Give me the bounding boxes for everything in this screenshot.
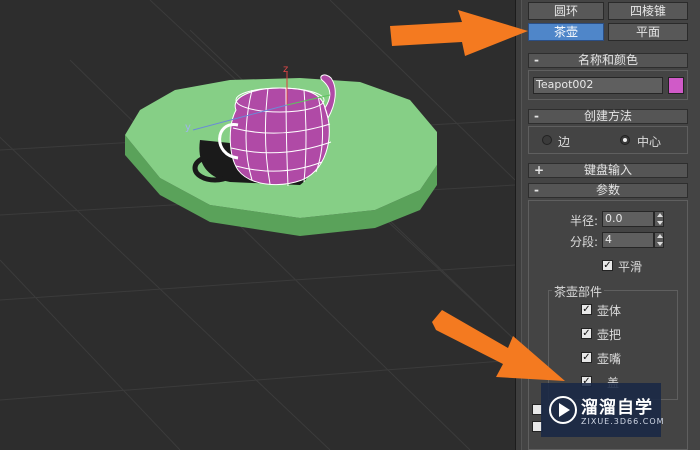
radius-spinner[interactable] bbox=[654, 211, 664, 227]
teapot-button[interactable]: 茶壶 bbox=[528, 23, 604, 41]
body-checkbox[interactable]: ✓ bbox=[581, 304, 592, 315]
body-label: 壶体 bbox=[597, 304, 622, 318]
rollout-title: 创建方法 bbox=[583, 109, 632, 123]
teapot-parts-title: 茶壶部件 bbox=[552, 283, 605, 300]
edge-radio[interactable] bbox=[542, 135, 552, 145]
watermark-text: 溜溜自学 bbox=[581, 398, 653, 418]
viewport-canvas: z y bbox=[0, 0, 516, 450]
axis-y-label: y bbox=[185, 122, 191, 133]
expand-sign: + bbox=[534, 163, 545, 177]
spout-label: 壶嘴 bbox=[597, 352, 622, 366]
segments-spinner[interactable] bbox=[654, 232, 664, 248]
panel-divider[interactable] bbox=[515, 0, 522, 450]
play-logo-icon bbox=[549, 396, 577, 424]
radius-label: 半径: bbox=[570, 214, 599, 228]
torus-button[interactable]: 圆环 bbox=[528, 2, 604, 20]
spout-checkbox[interactable]: ✓ bbox=[581, 352, 592, 363]
collapse-sign: - bbox=[534, 109, 539, 123]
watermark-url: ZIXUE.3D66.COM bbox=[581, 417, 665, 426]
edge-label: 边 bbox=[558, 135, 571, 149]
creation-method-rollout-header[interactable]: - 创建方法 bbox=[528, 109, 688, 124]
segments-label: 分段: bbox=[570, 235, 599, 249]
smooth-label: 平滑 bbox=[618, 260, 643, 274]
radius-field[interactable]: 0.0 bbox=[602, 211, 654, 227]
watermark: 溜溜自学 ZIXUE.3D66.COM bbox=[541, 383, 664, 437]
center-radio[interactable] bbox=[620, 135, 630, 145]
rollout-title: 名称和颜色 bbox=[577, 53, 638, 67]
handle-checkbox[interactable]: ✓ bbox=[581, 328, 592, 339]
pyramid-button[interactable]: 四棱锥 bbox=[608, 2, 688, 20]
collapse-sign: - bbox=[534, 183, 539, 197]
keyboard-entry-rollout-header[interactable]: + 键盘输入 bbox=[528, 163, 688, 178]
color-swatch[interactable] bbox=[668, 77, 684, 94]
name-color-rollout-header[interactable]: - 名称和颜色 bbox=[528, 53, 688, 68]
creation-method-group bbox=[528, 126, 688, 154]
rollout-title: 键盘输入 bbox=[583, 163, 632, 177]
object-name-field[interactable]: Teapot002 bbox=[533, 77, 663, 94]
parameters-rollout-header[interactable]: - 参数 bbox=[528, 183, 688, 198]
app-window: z y 圆环 四棱锥 茶壶 平面 - 名称和颜色 Teapot002 - 创建方… bbox=[0, 0, 700, 450]
axis-z-label: z bbox=[283, 64, 288, 75]
segments-field[interactable]: 4 bbox=[602, 232, 654, 248]
perspective-viewport[interactable]: z y bbox=[0, 0, 516, 450]
collapse-sign: - bbox=[534, 53, 539, 67]
center-label: 中心 bbox=[637, 135, 662, 149]
plane-button[interactable]: 平面 bbox=[608, 23, 688, 41]
handle-label: 壶把 bbox=[597, 328, 622, 342]
smooth-checkbox[interactable]: ✓ bbox=[602, 260, 613, 271]
rollout-title: 参数 bbox=[595, 183, 620, 197]
